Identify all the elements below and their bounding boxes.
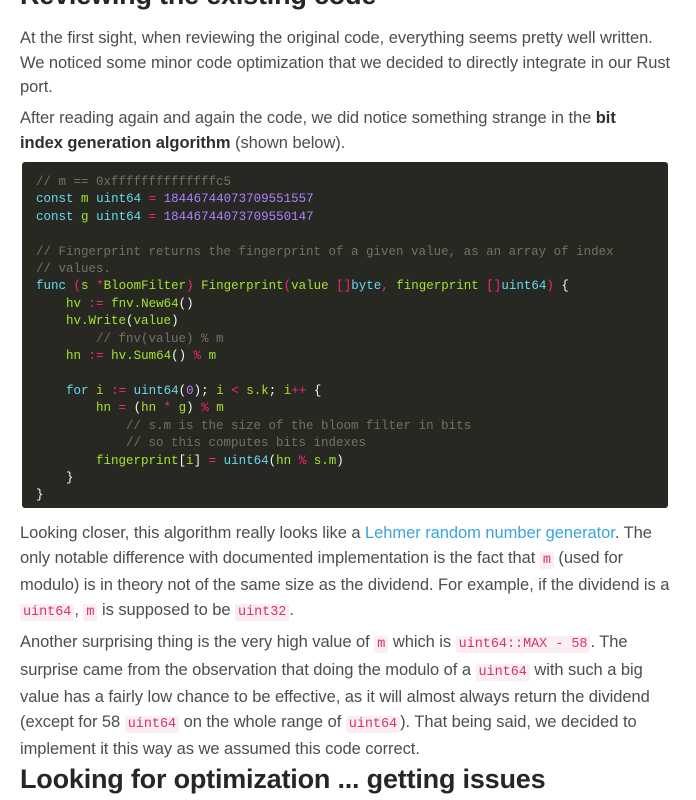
article-page: Reviewing the existing code At the first… bbox=[0, 0, 696, 800]
code-block-content: // m == 0xffffffffffffffc5 const m uint6… bbox=[36, 175, 614, 503]
paragraph-another-surprising-thing: Another surprising thing is the very hig… bbox=[20, 630, 672, 762]
text-segment: which is bbox=[388, 633, 456, 651]
paragraph-text: At the first sight, when reviewing the o… bbox=[20, 29, 671, 96]
inline-code-uint64-max-minus-58: uint64::MAX - 58 bbox=[455, 636, 591, 653]
text-segment: on the whole range of bbox=[179, 712, 346, 731]
inline-code-uint64: uint64 bbox=[124, 715, 180, 733]
section-heading-looking-for-optimization: Looking for optimization ... getting iss… bbox=[20, 764, 546, 794]
inline-code-m: m bbox=[539, 551, 554, 569]
paragraph-tail-text: (shown below). bbox=[230, 133, 346, 152]
inline-code-m: m bbox=[83, 603, 98, 621]
link-lehmer-random-number-generator[interactable]: Lehmer random number generator bbox=[365, 524, 615, 542]
paragraph-lead-text: After reading again and again the code, … bbox=[20, 109, 596, 127]
inline-code-m: m bbox=[374, 636, 389, 653]
inline-code-uint64: uint64 bbox=[20, 603, 75, 621]
text-segment: Another surprising thing is the very hig… bbox=[20, 633, 375, 651]
text-segment: is supposed to be bbox=[97, 600, 236, 619]
text-segment: . bbox=[289, 600, 294, 619]
text-segment: Looking closer, this algorithm really lo… bbox=[20, 524, 366, 542]
paragraph-first-sight: At the first sight, when reviewing the o… bbox=[20, 26, 672, 100]
paragraph-after-reading: After reading again and again the code, … bbox=[20, 106, 640, 155]
inline-code-uint64: uint64 bbox=[475, 663, 530, 681]
inline-code-uint64: uint64 bbox=[345, 715, 401, 733]
code-block-fingerprint[interactable]: // m == 0xffffffffffffffc5 const m uint6… bbox=[22, 162, 668, 508]
inline-code-uint32: uint32 bbox=[235, 603, 290, 621]
section-heading-reviewing-existing-code: Reviewing the existing code bbox=[20, 0, 660, 12]
paragraph-looking-closer: Looking closer, this algorithm really lo… bbox=[20, 521, 672, 625]
